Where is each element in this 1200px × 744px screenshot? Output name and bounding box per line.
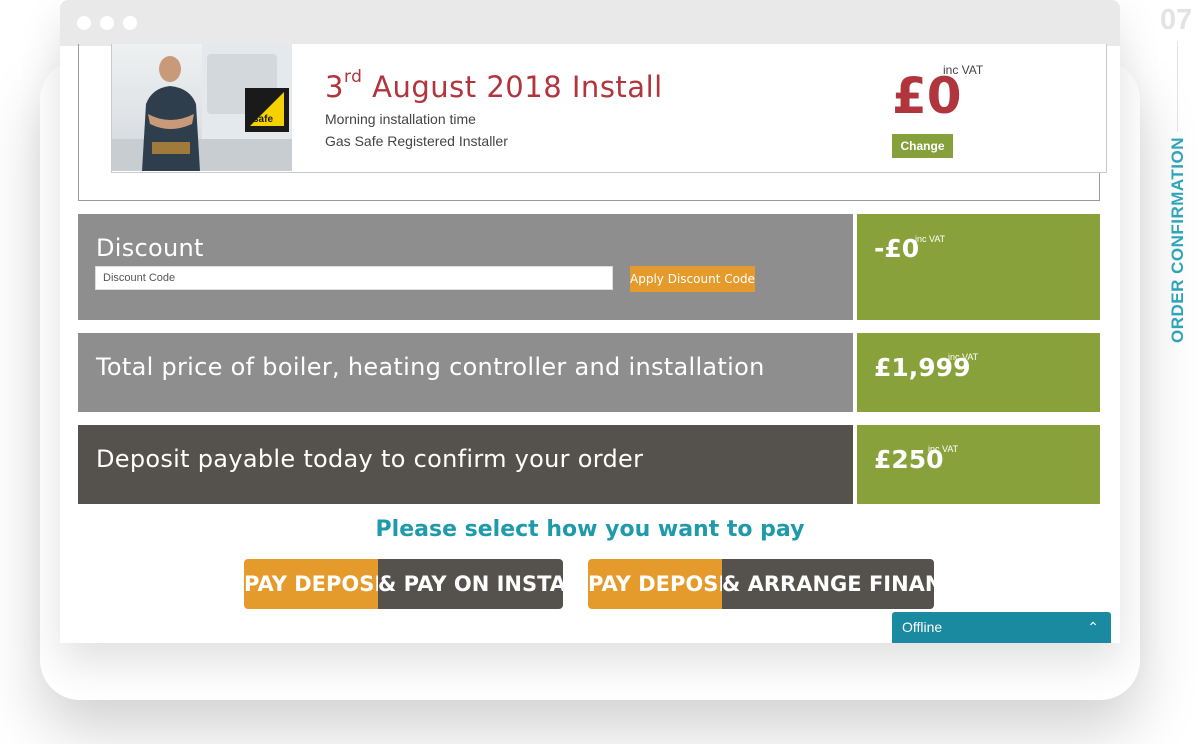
discount-price: -£0 <box>874 234 920 263</box>
pay-option-part-b[interactable]: & PAY ON INSTALL <box>378 559 563 609</box>
window-control-dot[interactable] <box>100 16 114 30</box>
install-vat-label: inc VAT <box>943 63 984 77</box>
window-control-dot[interactable] <box>77 16 91 30</box>
chat-widget[interactable]: Offline ⌃ <box>892 612 1111 643</box>
gas-safe-badge-text: safe <box>253 114 274 125</box>
step-divider <box>1177 42 1178 132</box>
install-section: Gas safe 3rd August 2018 Install Morning… <box>78 44 1107 201</box>
deposit-title: Deposit payable today to confirm your or… <box>96 445 644 473</box>
total-vat-label: inc VAT <box>948 352 979 362</box>
installer-illustration <box>112 44 292 171</box>
page-content: Gas safe 3rd August 2018 Install Morning… <box>60 44 1120 643</box>
discount-row: Discount Apply Discount Code <box>78 214 853 320</box>
discount-price-panel: -£0 inc VAT <box>857 214 1100 320</box>
pay-option-part-a[interactable]: PAY DEPOSIT <box>244 559 397 609</box>
discount-code-input[interactable] <box>95 266 613 290</box>
installer-photo: Gas safe <box>112 44 292 171</box>
apply-discount-button[interactable]: Apply Discount Code <box>630 266 755 292</box>
window-titlebar <box>60 0 1120 46</box>
step-label: ORDER CONFIRMATION <box>1168 136 1187 344</box>
step-number: 07 <box>1160 4 1193 36</box>
total-price-panel: £1,999 inc VAT <box>857 333 1100 412</box>
change-date-button[interactable]: Change <box>892 134 953 158</box>
deposit-price-panel: £250 inc VAT <box>857 425 1100 504</box>
deposit-vat-label: inc VAT <box>928 444 959 454</box>
pay-option-part-b[interactable]: & ARRANGE FINANCE <box>722 559 934 609</box>
installer-type: Gas Safe Registered Installer <box>325 133 508 149</box>
install-date: 3rd August 2018 Install <box>325 67 663 104</box>
total-title: Total price of boiler, heating controlle… <box>96 353 765 381</box>
pay-heading: Please select how you want to pay <box>375 517 805 542</box>
window-control-dot[interactable] <box>123 16 137 30</box>
chevron-up-icon[interactable]: ⌃ <box>1087 612 1099 643</box>
pay-deposit-arrange-finance-button[interactable]: PAY DEPOSIT & ARRANGE FINANCE <box>588 559 934 609</box>
install-date-day: 3 <box>325 70 344 104</box>
install-date-suffix: rd <box>343 67 363 88</box>
browser-window: Gas safe 3rd August 2018 Install Morning… <box>60 0 1120 643</box>
install-time: Morning installation time <box>325 111 476 127</box>
chat-status: Offline <box>902 619 943 635</box>
install-card: Gas safe 3rd August 2018 Install Morning… <box>111 44 1107 173</box>
pay-option-part-a[interactable]: PAY DEPOSIT <box>588 559 741 609</box>
discount-title: Discount <box>96 234 204 262</box>
pay-deposit-on-install-button[interactable]: PAY DEPOSIT & PAY ON INSTALL <box>244 559 563 609</box>
deposit-row: Deposit payable today to confirm your or… <box>78 425 853 504</box>
discount-vat-label: inc VAT <box>915 234 946 244</box>
total-row: Total price of boiler, heating controlle… <box>78 333 853 412</box>
install-date-rest: August 2018 Install <box>362 70 663 104</box>
